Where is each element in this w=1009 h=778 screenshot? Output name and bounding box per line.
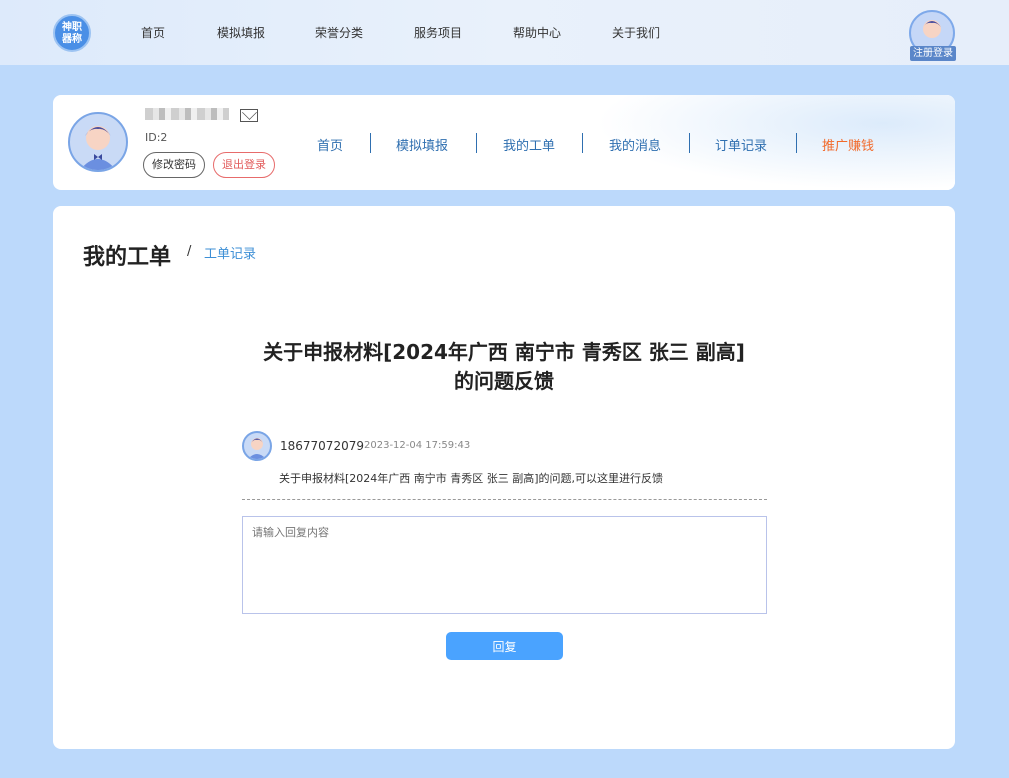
profile-nav-home[interactable]: 首页	[317, 135, 343, 154]
ticket-content-card: 我的工单 / 工单记录 关于申报材料[2024年广西 南宁市 青秀区 张三 副高…	[53, 206, 955, 749]
topnav-home[interactable]: 首页	[141, 24, 165, 41]
topnav-about[interactable]: 关于我们	[612, 24, 660, 41]
message-time: 2023-12-04 17:59:43	[364, 440, 471, 451]
avatar-illustration	[80, 126, 116, 170]
change-password-button[interactable]: 修改密码	[143, 152, 205, 178]
message-divider	[242, 499, 767, 500]
page-title: 我的工单	[83, 245, 172, 270]
user-id: ID:2	[145, 131, 168, 144]
register-login-button[interactable]: 注册登录	[910, 46, 956, 61]
profile-nav-orders[interactable]: 订单记录	[715, 135, 767, 154]
ticket-title: 关于申报材料[2024年广西 南宁市 青秀区 张三 副高] 的问题反馈	[203, 338, 805, 396]
nav-divider	[796, 133, 797, 153]
avatar-illustration	[248, 438, 266, 459]
nav-divider	[582, 133, 583, 153]
logo-text-2: 器称	[62, 34, 82, 45]
logo-text-1: 神职	[62, 22, 82, 33]
profile-nav-messages[interactable]: 我的消息	[609, 135, 661, 154]
profile-card: ID:2 修改密码 退出登录 首页 模拟填报 我的工单 我的消息 订单记录 推广…	[53, 95, 955, 190]
logout-button[interactable]: 退出登录	[213, 152, 275, 178]
topnav-help[interactable]: 帮助中心	[513, 24, 561, 41]
topnav-services[interactable]: 服务项目	[414, 24, 462, 41]
reply-button[interactable]: 回复	[446, 632, 563, 660]
top-navbar: 神职 器称 首页 模拟填报 荣誉分类 服务项目 帮助中心 关于我们 注册登录	[0, 0, 1009, 65]
ticket-title-line2: 的问题反馈	[454, 369, 554, 393]
topnav-honor[interactable]: 荣誉分类	[315, 24, 363, 41]
nav-divider	[476, 133, 477, 153]
breadcrumb-separator: /	[187, 244, 192, 259]
message-text: 关于申报材料[2024年广西 南宁市 青秀区 张三 副高]的问题,可以这里进行反…	[279, 472, 664, 485]
breadcrumb-ticket-records[interactable]: 工单记录	[204, 243, 256, 262]
site-logo[interactable]: 神职 器称	[53, 14, 91, 52]
profile-avatar	[68, 112, 128, 172]
topnav-simulate[interactable]: 模拟填报	[217, 24, 265, 41]
ticket-title-line1: 关于申报材料[2024年广西 南宁市 青秀区 张三 副高]	[263, 340, 745, 364]
profile-nav-simulate[interactable]: 模拟填报	[396, 135, 448, 154]
blurred-username	[145, 108, 229, 120]
reply-input[interactable]	[242, 516, 767, 614]
nav-divider	[370, 133, 371, 153]
profile-nav-tickets[interactable]: 我的工单	[503, 135, 555, 154]
message-avatar	[242, 431, 272, 461]
profile-nav-promo[interactable]: 推广赚钱	[822, 135, 874, 154]
mail-icon[interactable]	[240, 109, 258, 122]
message-user: 18677072079	[280, 439, 364, 453]
nav-divider	[689, 133, 690, 153]
